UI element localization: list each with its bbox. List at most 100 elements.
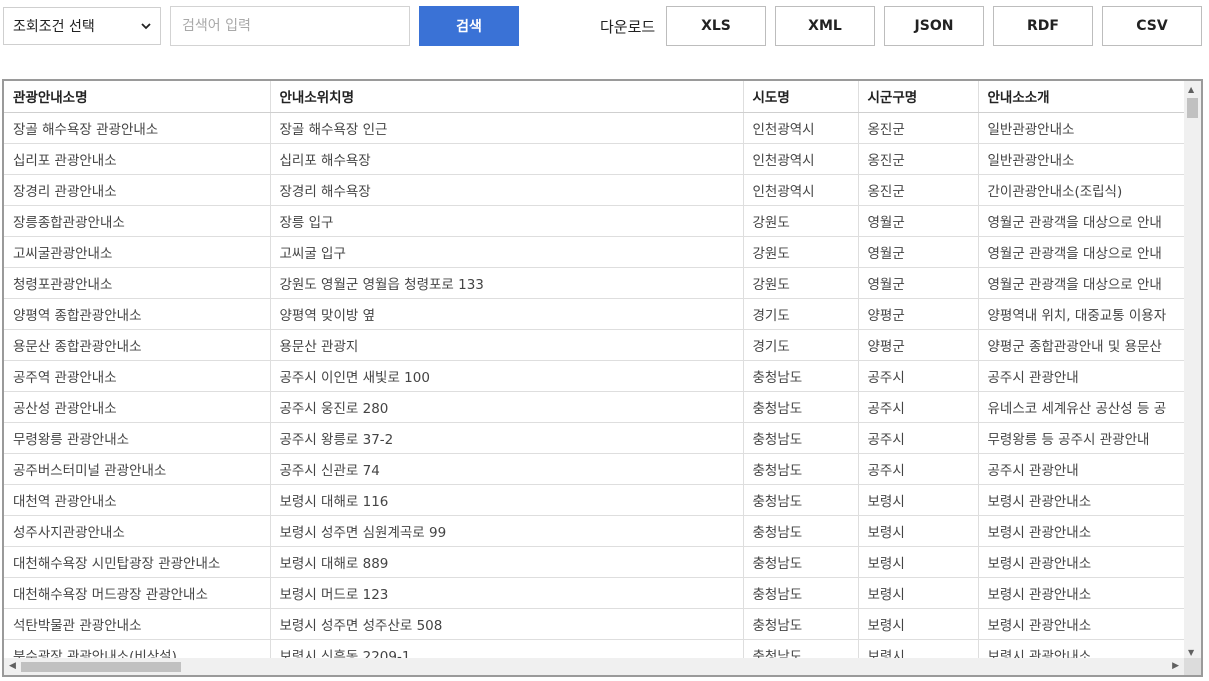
table-row[interactable]: 대천해수욕장 시민탑광장 관광안내소 보령시 대해로 889 충청남도 보령시 보령시 … xyxy=(4,546,1201,578)
table-cell: 공주역 관광안내소 xyxy=(4,360,271,392)
table-cell: 영월군 xyxy=(858,205,979,237)
table-row[interactable]: 십리포 관광안내소 십리포 해수욕장 인천광역시 옹진군 일반관광안내소 xyxy=(4,143,1201,175)
data-table: 관광안내소명 안내소위치명 시도명 시군구명 안내소소개 장골 해수욕장 관광안… xyxy=(4,81,1201,671)
table-cell: 보령시 대해로 116 xyxy=(270,484,744,516)
download-xml-button[interactable]: XML xyxy=(775,6,875,46)
table-cell: 충청남도 xyxy=(743,453,859,485)
table-row[interactable]: 청령포관광안내소 강원도 영월군 영월읍 청령포로 133 강원도 영월군 영월군 관광… xyxy=(4,267,1201,299)
table-cell: 영월군 xyxy=(858,267,979,299)
table-cell: 보령시 대해로 889 xyxy=(270,546,744,578)
chevron-down-icon xyxy=(141,23,151,30)
table-row[interactable]: 공산성 관광안내소 공주시 웅진로 280 충청남도 공주시 유네스코 세계유산 공산성… xyxy=(4,391,1201,423)
scroll-left-icon[interactable]: ◀ xyxy=(9,661,16,671)
table-cell: 충청남도 xyxy=(743,422,859,454)
table-cell: 용문산 종합관광안내소 xyxy=(4,329,271,361)
table-cell: 공주시 xyxy=(858,422,979,454)
table-cell: 대천해수욕장 시민탑광장 관광안내소 xyxy=(4,546,271,578)
vertical-scrollbar[interactable]: ▲ ▼ xyxy=(1184,81,1201,660)
table-cell: 영월군 관광객을 대상으로 안내 xyxy=(978,236,1201,268)
table-row[interactable]: 석탄박물관 관광안내소 보령시 성주면 성주산로 508 충청남도 보령시 보령시 관광… xyxy=(4,608,1201,640)
table-cell: 청령포관광안내소 xyxy=(4,267,271,299)
table-row[interactable]: 고씨굴관광안내소 고씨굴 입구 강원도 영월군 영월군 관광객을 대상으로 안내 xyxy=(4,236,1201,268)
horizontal-scrollbar[interactable]: ◀ ▶ xyxy=(4,658,1201,675)
search-condition-select[interactable]: 조회조건 선택 xyxy=(3,7,161,45)
table-cell: 고씨굴 입구 xyxy=(270,236,744,268)
table-cell: 공주시 xyxy=(858,391,979,423)
table-cell: 보령시 xyxy=(858,608,979,640)
table-cell: 보령시 관광안내소 xyxy=(978,577,1201,609)
table-row[interactable]: 무령왕릉 관광안내소 공주시 왕릉로 37-2 충청남도 공주시 무령왕릉 등 공주시 … xyxy=(4,422,1201,454)
table-cell: 공산성 관광안내소 xyxy=(4,391,271,423)
table-cell: 십리포 해수욕장 xyxy=(270,143,744,175)
table-cell: 보령시 관광안내소 xyxy=(978,608,1201,640)
download-xls-button[interactable]: XLS xyxy=(666,6,766,46)
table-cell: 충청남도 xyxy=(743,391,859,423)
table-cell: 공주시 웅진로 280 xyxy=(270,391,744,423)
table-cell: 장릉 입구 xyxy=(270,205,744,237)
table-row[interactable]: 공주역 관광안내소 공주시 이인면 새빛로 100 충청남도 공주시 공주시 관광안내 xyxy=(4,360,1201,392)
column-header[interactable]: 안내소위치명 xyxy=(270,81,744,113)
search-button[interactable]: 검색 xyxy=(419,6,519,46)
table-cell: 영월군 관광객을 대상으로 안내 xyxy=(978,205,1201,237)
table-cell: 대천해수욕장 머드광장 관광안내소 xyxy=(4,577,271,609)
table-cell: 양평역 종합관광안내소 xyxy=(4,298,271,330)
select-value: 조회조건 선택 xyxy=(13,19,95,35)
download-rdf-button[interactable]: RDF xyxy=(993,6,1093,46)
table-cell: 공주시 이인면 새빛로 100 xyxy=(270,360,744,392)
table-row[interactable]: 양평역 종합관광안내소 양평역 맞이방 옆 경기도 양평군 양평역내 위치, 대중교통 … xyxy=(4,298,1201,330)
table-row[interactable]: 대천역 관광안내소 보령시 대해로 116 충청남도 보령시 보령시 관광안내소 xyxy=(4,484,1201,516)
column-header[interactable]: 안내소소개 xyxy=(978,81,1201,113)
table-cell: 강원도 xyxy=(743,267,859,299)
scroll-up-icon[interactable]: ▲ xyxy=(1188,85,1194,94)
table-cell: 공주시 xyxy=(858,360,979,392)
table-cell: 영월군 xyxy=(858,236,979,268)
table-cell: 충청남도 xyxy=(743,608,859,640)
table-cell: 보령시 xyxy=(858,515,979,547)
column-header[interactable]: 시군구명 xyxy=(858,81,979,113)
table-row[interactable]: 성주사지관광안내소 보령시 성주면 심원계곡로 99 충청남도 보령시 보령시 관광안내… xyxy=(4,515,1201,547)
table-row[interactable]: 공주버스터미널 관광안내소 공주시 신관로 74 충청남도 공주시 공주시 관광안내 xyxy=(4,453,1201,485)
table-cell: 공주시 왕릉로 37-2 xyxy=(270,422,744,454)
table-cell: 옹진군 xyxy=(858,112,979,144)
table-cell: 경기도 xyxy=(743,298,859,330)
column-header[interactable]: 시도명 xyxy=(743,81,859,113)
download-label: 다운로드 xyxy=(600,18,656,36)
table-cell: 일반관광안내소 xyxy=(978,143,1201,175)
table-cell: 유네스코 세계유산 공산성 등 공 xyxy=(978,391,1201,423)
table-cell: 강원도 영월군 영월읍 청령포로 133 xyxy=(270,267,744,299)
table-row[interactable]: 장경리 관광안내소 장경리 해수욕장 인천광역시 옹진군 간이관광안내소(조립식) xyxy=(4,174,1201,206)
table-cell: 양평군 xyxy=(858,298,979,330)
table-row[interactable]: 용문산 종합관광안내소 용문산 관광지 경기도 양평군 양평군 종합관광안내 및 용문산 xyxy=(4,329,1201,361)
table-cell: 양평군 종합관광안내 및 용문산 xyxy=(978,329,1201,361)
table-cell: 공주버스터미널 관광안내소 xyxy=(4,453,271,485)
search-input[interactable] xyxy=(170,6,410,46)
table-cell: 충청남도 xyxy=(743,484,859,516)
table-cell: 장릉종합관광안내소 xyxy=(4,205,271,237)
table-cell: 보령시 관광안내소 xyxy=(978,515,1201,547)
download-json-button[interactable]: JSON xyxy=(884,6,984,46)
table-cell: 옹진군 xyxy=(858,143,979,175)
scroll-right-icon[interactable]: ▶ xyxy=(1172,661,1179,671)
table-header-row: 관광안내소명 안내소위치명 시도명 시군구명 안내소소개 xyxy=(4,81,1201,113)
table-row[interactable]: 장릉종합관광안내소 장릉 입구 강원도 영월군 영월군 관광객을 대상으로 안내 xyxy=(4,205,1201,237)
scroll-down-icon[interactable]: ▼ xyxy=(1188,648,1194,657)
table-cell: 강원도 xyxy=(743,236,859,268)
table-cell: 경기도 xyxy=(743,329,859,361)
table-cell: 장경리 해수욕장 xyxy=(270,174,744,206)
table-cell: 보령시 xyxy=(858,577,979,609)
table-cell: 충청남도 xyxy=(743,515,859,547)
data-grid: 관광안내소명 안내소위치명 시도명 시군구명 안내소소개 장골 해수욕장 관광안… xyxy=(2,79,1203,677)
table-row[interactable]: 장골 해수욕장 관광안내소 장골 해수욕장 인근 인천광역시 옹진군 일반관광안내소 xyxy=(4,112,1201,144)
vertical-scroll-thumb[interactable] xyxy=(1187,98,1198,118)
table-cell: 장골 해수욕장 관광안내소 xyxy=(4,112,271,144)
table-cell: 보령시 xyxy=(858,484,979,516)
table-row[interactable]: 대천해수욕장 머드광장 관광안내소 보령시 머드로 123 충청남도 보령시 보령시 관… xyxy=(4,577,1201,609)
column-header[interactable]: 관광안내소명 xyxy=(4,81,271,113)
table-cell: 보령시 관광안내소 xyxy=(978,546,1201,578)
table-cell: 보령시 관광안내소 xyxy=(978,484,1201,516)
download-csv-button[interactable]: CSV xyxy=(1102,6,1202,46)
table-cell: 공주시 신관로 74 xyxy=(270,453,744,485)
horizontal-scroll-thumb[interactable] xyxy=(21,662,181,672)
table-cell: 양평군 xyxy=(858,329,979,361)
toolbar: 조회조건 선택 검색 다운로드 XLS XML JSON RDF CSV xyxy=(0,0,1209,60)
